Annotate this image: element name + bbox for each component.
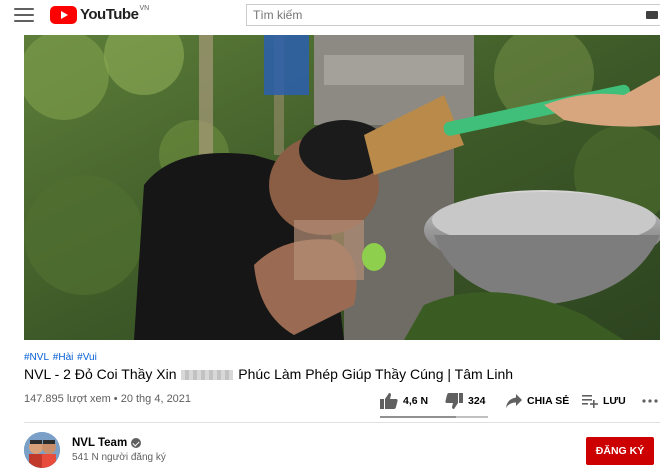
blurred-text — [181, 370, 234, 381]
verified-check-icon — [131, 438, 142, 448]
thumbs-down-icon — [445, 393, 463, 409]
search-input[interactable] — [247, 5, 627, 25]
subscribe-button[interactable]: ĐĂNG KÝ — [586, 437, 654, 465]
video-frame — [24, 35, 660, 340]
search-box — [246, 4, 660, 26]
more-actions-button[interactable] — [642, 399, 658, 403]
logo-text: YouTube — [80, 6, 139, 23]
hamburger-menu-icon[interactable] — [14, 6, 34, 24]
masthead: YouTube VN — [0, 0, 660, 30]
keyboard-icon[interactable] — [646, 11, 658, 19]
share-button[interactable]: CHIA SẺ — [506, 394, 582, 408]
view-count-date: 147.895 lượt xem • 20 thg 4, 2021 — [24, 393, 192, 405]
avatar-image — [24, 432, 60, 468]
action-bar: 4,6 N 324 CHIA SẺ LƯU — [380, 390, 658, 412]
sentiment-bar-fill — [380, 416, 456, 418]
share-icon — [506, 394, 522, 408]
divider — [24, 422, 660, 423]
hashtag-link[interactable]: #NVL — [24, 352, 49, 363]
save-button[interactable]: LƯU — [582, 394, 638, 408]
channel-avatar[interactable] — [24, 432, 60, 468]
more-dots-icon — [642, 399, 658, 403]
share-label: CHIA SẺ — [527, 395, 570, 407]
video-title-start: NVL - 2 Đỏ Coi Thầy Xin — [24, 366, 177, 382]
logo-region: VN — [139, 5, 150, 12]
hashtag-list: #NVL #Hài #Vui — [24, 352, 98, 363]
sentiment-bar — [380, 416, 488, 418]
channel-name[interactable]: NVL Team — [72, 437, 142, 449]
channel-name-text: NVL Team — [72, 437, 128, 449]
hashtag-link[interactable]: #Vui — [77, 352, 97, 363]
video-player[interactable] — [24, 35, 660, 340]
save-label: LƯU — [603, 395, 626, 407]
thumbs-up-icon — [380, 393, 398, 409]
subscriber-count: 541 N người đăng ký — [72, 452, 166, 463]
dislike-button[interactable]: 324 — [445, 393, 506, 409]
youtube-logo[interactable]: YouTube VN — [50, 5, 149, 25]
video-title: NVL - 2 Đỏ Coi Thầy Xin Phúc Làm Phép Gi… — [24, 366, 513, 382]
hashtag-link[interactable]: #Hài — [53, 352, 74, 363]
play-logo-icon — [50, 6, 77, 24]
dislike-count: 324 — [468, 395, 486, 407]
like-button[interactable]: 4,6 N — [380, 393, 437, 409]
like-count: 4,6 N — [403, 395, 429, 407]
playlist-add-icon — [582, 395, 598, 408]
video-title-end: Phúc Làm Phép Giúp Thầy Cúng | Tâm Linh — [238, 366, 514, 382]
